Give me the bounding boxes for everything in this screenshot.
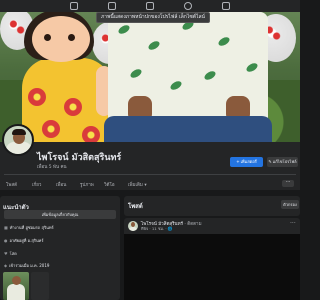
shirt-leaf-pattern bbox=[117, 23, 131, 36]
tab-photos[interactable]: รูปภาพ bbox=[80, 181, 104, 188]
tab-about[interactable]: เกี่ยว bbox=[32, 181, 56, 188]
profile-tabs: โพสต์ เกี่ยว เพื่อน รูปภาพ วิดีโอ เพิ่มเ… bbox=[0, 177, 300, 191]
post-avatar-face bbox=[131, 222, 135, 227]
intro-photo-thumbnail[interactable] bbox=[31, 272, 49, 300]
pencil-icon: ✎ bbox=[268, 159, 272, 164]
thumbnail-face bbox=[12, 276, 21, 285]
shirt-leaf-pattern bbox=[169, 79, 183, 92]
doll-face bbox=[32, 16, 90, 62]
add-story-label: เพิ่มสตอรี่ bbox=[240, 159, 257, 164]
intro-joined-line: ◆ เข้าร่วมเมื่อ ม.ค. 2019 bbox=[4, 262, 49, 269]
shirt-leaf-pattern bbox=[147, 39, 161, 52]
shirt-leaf-pattern bbox=[129, 67, 143, 80]
cover-tooltip: ภาพนี้แสดงภาพหน้าปกของโปรไฟล์ เล็กไซต์ไล… bbox=[96, 12, 210, 23]
add-bio-button[interactable]: เพิ่มข้อมูลเกี่ยวกับคุณ bbox=[4, 210, 116, 219]
heart-icon: ♥ bbox=[4, 251, 8, 256]
location-icon: ● bbox=[4, 238, 8, 243]
friends-count[interactable]: เพื่อน 5 พัน คน bbox=[37, 163, 67, 170]
tab-videos[interactable]: วิดีโอ bbox=[104, 181, 128, 188]
intro-location-line: ● อาศัยอยู่ที่ อ.สุรินทร์ bbox=[4, 237, 43, 244]
tab-posts[interactable]: โพสต์ bbox=[6, 181, 32, 188]
profile-divider bbox=[4, 174, 296, 175]
marketplace-icon[interactable] bbox=[146, 2, 154, 10]
groups-icon[interactable] bbox=[184, 2, 192, 10]
gaming-icon[interactable] bbox=[222, 2, 230, 10]
facebook-profile-page: ภาพนี้แสดงภาพหน้าปกของโปรไฟล์ เล็กไซต์ไล… bbox=[0, 0, 300, 300]
edit-profile-button[interactable]: ✎แก้ไขโปรไฟล์ bbox=[267, 157, 298, 167]
intro-relationship-text: โสด bbox=[9, 251, 17, 256]
shirt-leaf-pattern bbox=[203, 69, 217, 82]
intro-photo-thumbnail[interactable] bbox=[3, 272, 29, 300]
tabs-more-options-button[interactable]: ··· bbox=[282, 180, 294, 187]
intro-work-line: ■ ทำงานที่ อู่ซ่อมรถ สุรินทร์ bbox=[4, 224, 54, 231]
post-avatar-shirt bbox=[129, 227, 137, 231]
avatar-hair bbox=[12, 129, 26, 135]
post-author-avatar[interactable] bbox=[128, 221, 138, 231]
intro-joined-text: เข้าร่วมเมื่อ ม.ค. 2019 bbox=[9, 263, 50, 268]
avatar-shirt bbox=[6, 142, 32, 154]
briefcase-icon: ■ bbox=[4, 225, 8, 230]
clock-icon: ◆ bbox=[4, 263, 8, 268]
flower-pattern bbox=[28, 88, 46, 106]
posts-header-card bbox=[124, 196, 300, 216]
intro-location-text: อาศัยอยู่ที่ อ.สุรินทร์ bbox=[9, 238, 44, 243]
tab-friends[interactable]: เพื่อน bbox=[56, 181, 80, 188]
flower-pattern bbox=[64, 98, 82, 116]
post-meta: ทีพิจ · 11 ชม. · 🌐 bbox=[141, 226, 173, 231]
avatar[interactable] bbox=[2, 124, 34, 156]
home-icon[interactable] bbox=[70, 2, 78, 10]
thumbnail-shirt bbox=[7, 284, 25, 300]
shirt-leaf-pattern bbox=[245, 61, 259, 74]
video-icon[interactable] bbox=[108, 2, 116, 10]
profile-name: ไพโรจน์ มัวสิตสุรินทร์ bbox=[37, 153, 122, 163]
post-media[interactable] bbox=[124, 234, 300, 300]
tab-more[interactable]: เพิ่มเติม ▾ bbox=[128, 181, 158, 188]
flower-pattern bbox=[42, 120, 60, 138]
add-story-button[interactable]: +เพิ่มสตอรี่ bbox=[230, 157, 263, 167]
shirt-leaf-pattern bbox=[217, 35, 231, 48]
posts-title: โพสต์ bbox=[128, 203, 143, 210]
intro-relationship-line: ♥ โสด bbox=[4, 250, 17, 257]
post-more-options-icon[interactable]: ··· bbox=[290, 220, 296, 227]
post-follow-action[interactable]: · ติดตาม bbox=[183, 222, 201, 227]
top-navigation bbox=[0, 0, 300, 12]
edit-profile-label: แก้ไขโปรไฟล์ bbox=[272, 159, 297, 164]
intro-work-text: ทำงานที่ อู่ซ่อมรถ สุรินทร์ bbox=[9, 225, 54, 230]
plus-icon: + bbox=[236, 159, 240, 164]
posts-filter-button[interactable]: ตัวกรอง bbox=[281, 200, 299, 209]
